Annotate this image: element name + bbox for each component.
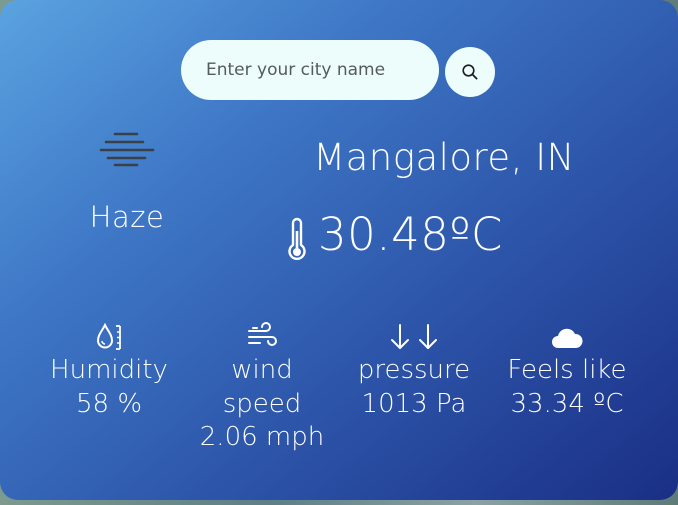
weather-card: Haze Mangalore, IN 30.48ºC Humidity 58 % [0, 0, 678, 500]
humidity-label: Humidity [50, 355, 168, 385]
wind-icon [192, 322, 332, 354]
cloud-icon [497, 322, 637, 354]
pressure-value: 1013 Pa [361, 388, 467, 419]
search-button[interactable] [445, 47, 495, 97]
humidity-value: 58 % [75, 388, 143, 419]
humidity-stat: Humidity 58 % [39, 322, 179, 421]
wind-stat: wind speed 2.06 mph [192, 322, 332, 455]
city-search-input[interactable] [181, 40, 439, 100]
feels-like-stat: Feels like 33.34 ºC [497, 322, 637, 421]
pressure-label: pressure [357, 355, 471, 385]
humidity-drop-icon [39, 322, 179, 354]
feels-like-value: 33.34 ºC [510, 388, 624, 419]
pressure-stat: pressure 1013 Pa [344, 322, 484, 421]
temperature-value: 30.48ºC [318, 208, 503, 261]
feels-like-label: Feels like [507, 355, 627, 385]
wind-value: 2.06 mph [199, 422, 325, 452]
wind-label-line2: speed [222, 388, 302, 419]
city-name: Mangalore, IN [313, 136, 575, 179]
thermometer-icon [286, 217, 308, 265]
wind-label-line1: wind [231, 355, 293, 385]
down-arrows-icon [344, 322, 484, 354]
haze-icon [99, 131, 155, 173]
weather-condition: Haze [89, 200, 165, 234]
